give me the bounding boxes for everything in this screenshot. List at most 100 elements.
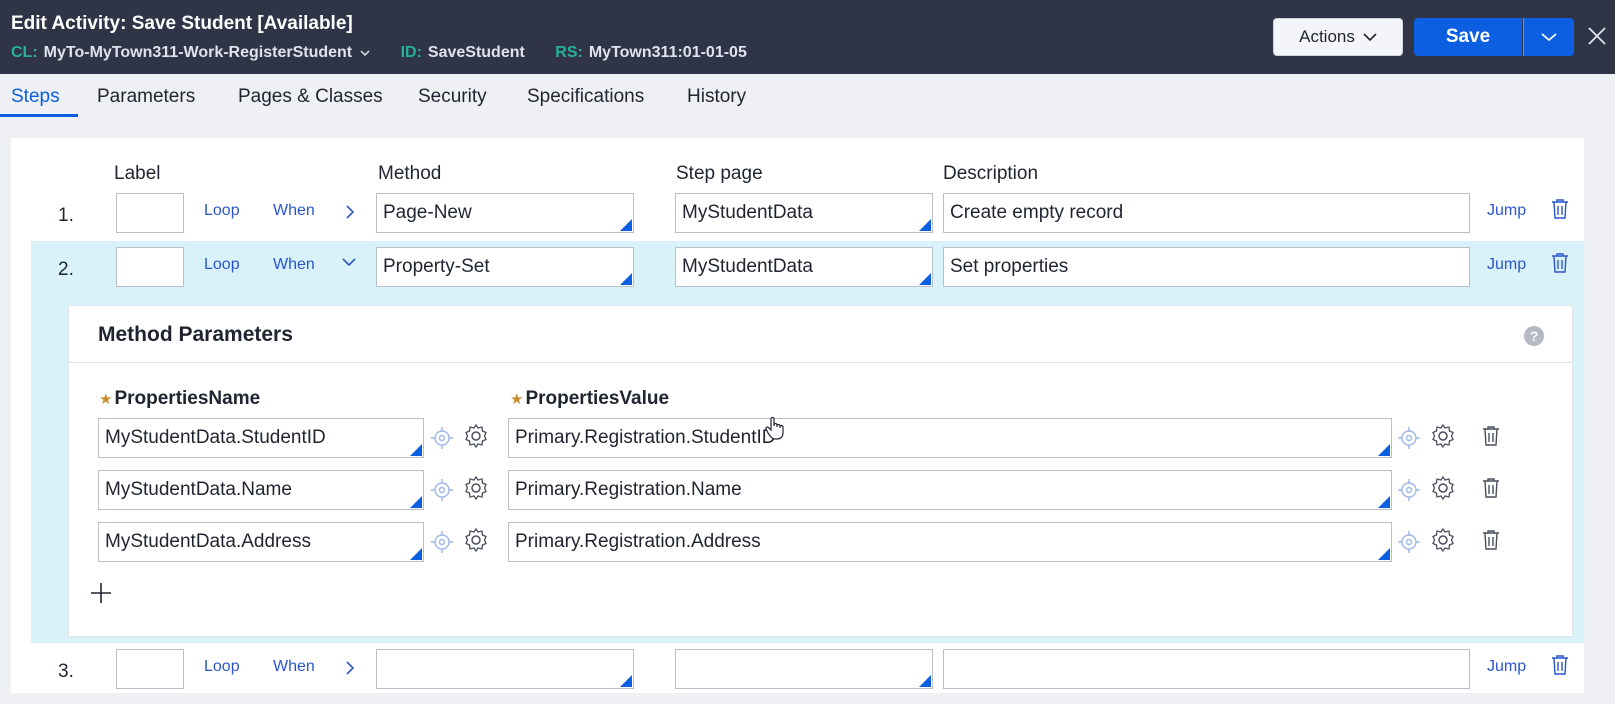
target-icon[interactable] [1397,426,1421,450]
autocomplete-indicator [919,219,931,231]
property-value-field[interactable]: Primary.Registration.StudentID [508,418,1392,458]
cl-value[interactable]: MyTo-MyTown311-Work-RegisterStudent [44,44,352,62]
rs-label: RS: [555,44,583,61]
when-link[interactable]: When [273,256,315,274]
required-marker: ★ [99,391,113,408]
autocomplete-indicator [1378,548,1390,560]
gear-icon[interactable] [1430,527,1456,553]
gear-icon[interactable] [463,475,489,501]
save-menu-button[interactable] [1523,18,1574,56]
method-value: Page-New [383,202,472,223]
autocomplete-indicator [620,273,632,285]
description-value: Create empty record [950,202,1124,223]
column-header-description: Description [943,163,1039,184]
loop-link[interactable]: Loop [204,202,240,220]
method-parameters-title: Method Parameters [98,323,293,346]
properties-value-label: PropertiesValue [525,388,670,409]
trash-icon[interactable] [1482,425,1500,447]
target-icon[interactable] [430,426,454,450]
target-icon[interactable] [1397,478,1421,502]
step-page-value: MyStudentData [682,202,813,223]
loop-link[interactable]: Loop [204,658,240,676]
tab-specifications[interactable]: Specifications [527,86,644,108]
property-name-field[interactable]: MyStudentData.StudentID [98,418,424,458]
method-field[interactable]: Page-New [376,193,634,233]
description-value: Set properties [950,256,1069,277]
column-header-method: Method [378,163,442,184]
chevron-down-icon[interactable] [360,48,370,58]
property-name-value: MyStudentData.StudentID [105,427,326,448]
gear-icon[interactable] [1430,423,1456,449]
jump-link[interactable]: Jump [1487,256,1526,274]
tab-history[interactable]: History [687,86,746,108]
autocomplete-indicator [919,675,931,687]
step-page-field[interactable]: MyStudentData [675,193,933,233]
chevron-right-icon[interactable] [343,205,357,219]
autocomplete-indicator [620,219,632,231]
step-page-value: MyStudentData [682,256,813,277]
step-page-field[interactable] [675,649,933,689]
property-name-value: MyStudentData.Address [105,531,311,552]
actions-button[interactable]: Actions [1273,18,1403,56]
properties-name-header: ★ PropertiesName [99,388,260,410]
loop-link[interactable]: Loop [204,256,240,274]
add-row-icon[interactable] [90,582,112,604]
trash-icon[interactable] [1482,529,1500,551]
help-icon[interactable]: ? [1523,325,1545,347]
target-icon[interactable] [430,478,454,502]
description-field[interactable]: Set properties [943,247,1470,287]
chevron-down-icon [1541,33,1557,42]
trash-icon[interactable] [1482,477,1500,499]
autocomplete-indicator [1378,444,1390,456]
tab-security[interactable]: Security [418,86,487,108]
description-field[interactable] [943,649,1470,689]
header-bar: Edit Activity: Save Student [Available] … [0,0,1615,74]
property-name-field[interactable]: MyStudentData.Address [98,522,424,562]
trash-icon[interactable] [1551,654,1569,676]
description-field[interactable]: Create empty record [943,193,1470,233]
close-button[interactable] [1585,24,1609,48]
jump-link[interactable]: Jump [1487,658,1526,676]
actions-label: Actions [1299,27,1355,46]
step-label-input[interactable] [116,247,184,287]
tab-steps[interactable]: Steps [11,86,60,108]
gear-icon[interactable] [1430,475,1456,501]
save-button[interactable]: Save [1414,18,1522,56]
jump-link[interactable]: Jump [1487,202,1526,220]
close-icon [1588,27,1606,45]
autocomplete-indicator [620,675,632,687]
property-value-value: Primary.Registration.Address [515,531,761,552]
step-number: 1. [58,205,74,226]
target-icon[interactable] [430,530,454,554]
cl-label: CL: [11,44,38,61]
method-field[interactable]: Property-Set [376,247,634,287]
gear-icon[interactable] [463,527,489,553]
trash-icon[interactable] [1551,252,1569,274]
method-value: Property-Set [383,256,490,277]
target-icon[interactable] [1397,530,1421,554]
property-name-value: MyStudentData.Name [105,479,292,500]
step-number: 2. [58,259,74,280]
property-value-field[interactable]: Primary.Registration.Address [508,522,1392,562]
when-link[interactable]: When [273,202,315,220]
method-field[interactable] [376,649,634,689]
property-name-field[interactable]: MyStudentData.Name [98,470,424,510]
hand-cursor-icon [765,416,784,440]
tab-pages-classes[interactable]: Pages & Classes [238,86,383,108]
step-page-field[interactable]: MyStudentData [675,247,933,287]
property-value-value: Primary.Registration.StudentID [515,427,776,448]
chevron-right-icon[interactable] [343,661,357,675]
chevron-down-icon [1363,33,1377,42]
when-link[interactable]: When [273,658,315,676]
step-label-input[interactable] [116,193,184,233]
trash-icon[interactable] [1551,198,1569,220]
tab-bar: Steps Parameters Pages & Classes Securit… [0,74,1615,120]
gear-icon[interactable] [463,423,489,449]
property-value-field[interactable]: Primary.Registration.Name [508,470,1392,510]
properties-value-header: ★ PropertiesValue [510,388,669,410]
page-title: Edit Activity: Save Student [Available] [11,13,353,34]
step-label-input[interactable] [116,649,184,689]
chevron-down-icon[interactable] [342,255,356,269]
svg-text:?: ? [1530,328,1539,344]
tab-parameters[interactable]: Parameters [97,86,195,108]
